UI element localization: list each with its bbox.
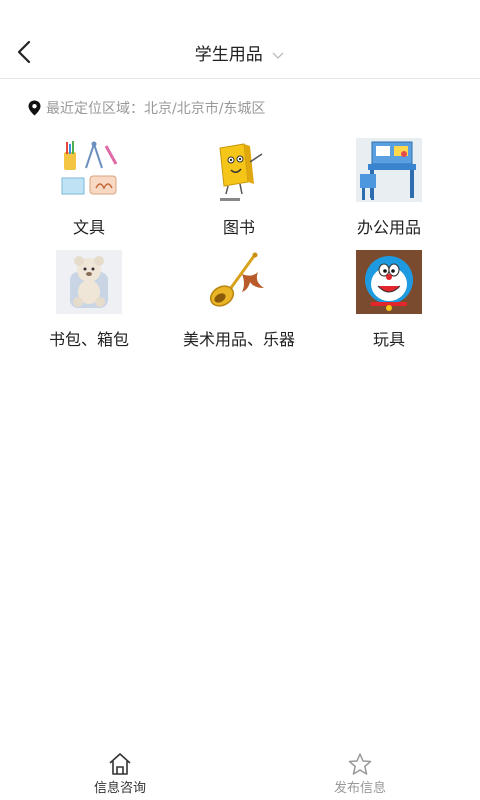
category-item-office[interactable]: 办公用品 [314,138,464,238]
location-label: 最近定位区域： [46,101,144,117]
category-label: 美术用品、乐器 [182,330,295,349]
category-item-books[interactable]: 图书 [164,138,314,238]
category-label: 图书 [222,218,255,237]
location-pin-icon [28,100,41,116]
chevron-down-icon [272,52,284,59]
category-label: 办公用品 [356,218,421,237]
page-title: 学生用品 [194,45,263,65]
category-label: 文具 [72,218,105,237]
tab-label: 发布信息 [333,781,386,796]
tab-label: 信息咨询 [93,781,146,796]
tab-info-consult[interactable]: 信息咨询 [60,750,180,800]
location-value: 北京/北京市/东城区 [144,101,266,117]
category-label: 书包、箱包 [48,330,129,349]
book-image [206,138,272,202]
category-selector[interactable]: 学生用品 [0,40,480,65]
doraemon-toy-image [356,250,422,314]
category-grid: 文具 图书 办公用品 书包、箱包 美术用品、乐器 玩具 [14,138,466,350]
desk-image [356,138,422,202]
tab-publish-info[interactable]: 发布信息 [300,750,420,800]
backpack-image [56,250,122,314]
category-item-stationery[interactable]: 文具 [14,138,164,238]
bottom-tab-bar: 信息咨询 发布信息 [0,750,480,800]
star-icon [348,753,372,775]
category-item-toys[interactable]: 玩具 [314,250,464,350]
category-item-bags[interactable]: 书包、箱包 [14,250,164,350]
top-navigation-bar: 学生用品 [0,0,480,79]
category-item-art-music[interactable]: 美术用品、乐器 [164,250,314,350]
location-bar: 最近定位区域： 北京/北京市/东城区 [28,98,265,118]
category-label: 玩具 [372,330,405,349]
home-icon [109,753,131,775]
stationery-image [56,138,122,202]
trumpet-image [206,250,272,314]
